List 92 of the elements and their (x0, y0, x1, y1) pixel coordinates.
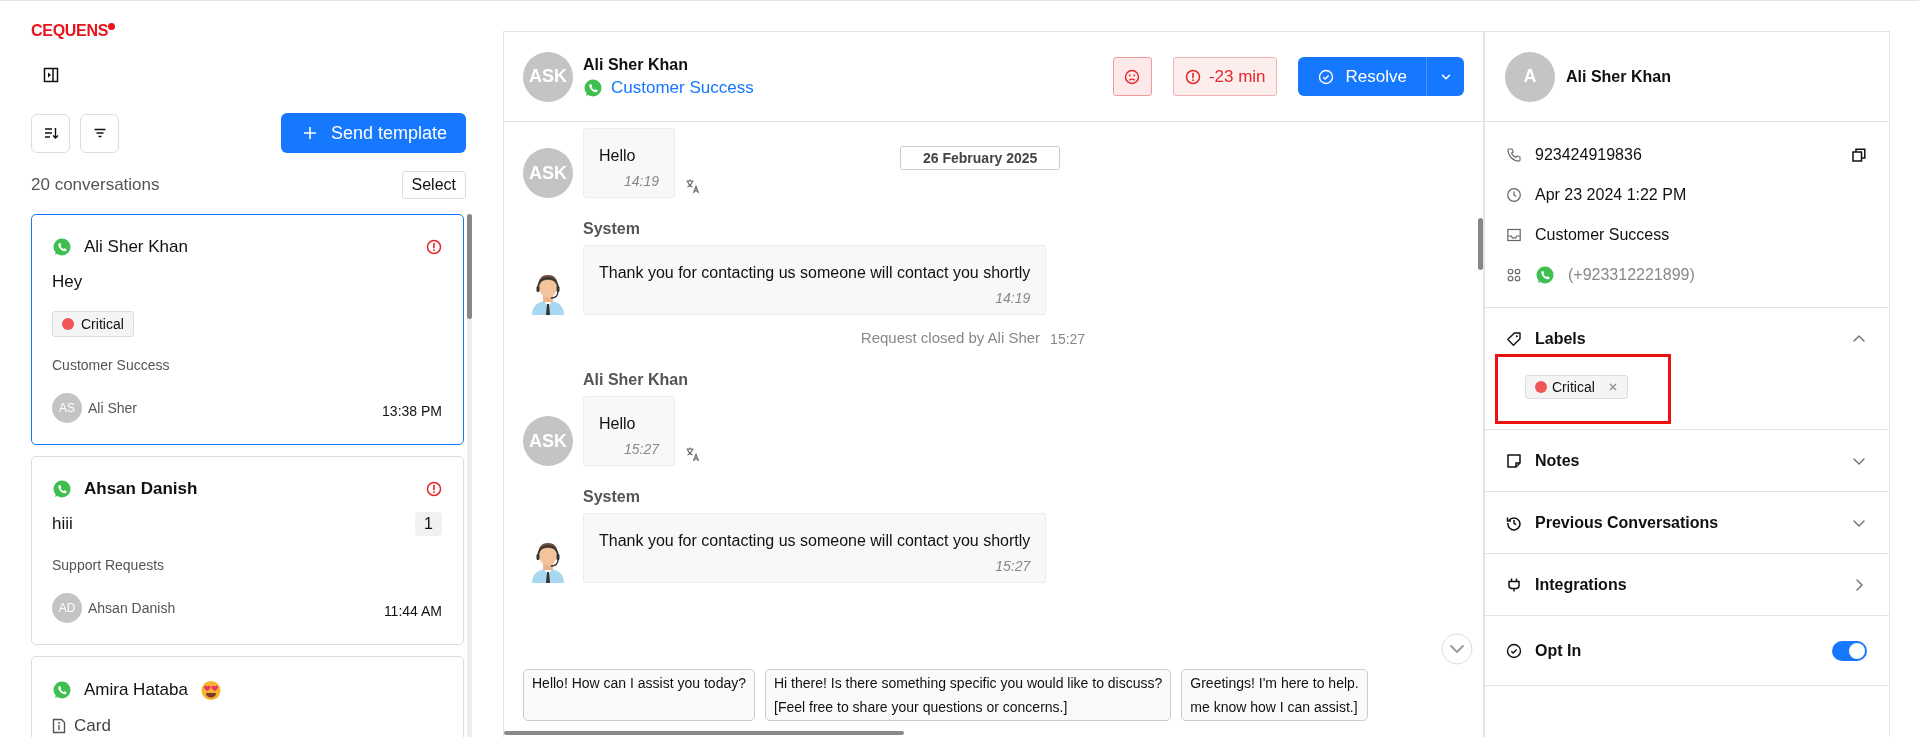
plug-icon (1506, 576, 1522, 593)
inbox-icon (1506, 227, 1522, 243)
message-text: Hello (599, 415, 637, 433)
reply-suggestion[interactable]: Hello! How can I assist you today? (523, 669, 755, 721)
message-text: Thank you for contacting us someone will contact you shortly (599, 532, 1031, 550)
phone-bubble-icon (52, 680, 72, 700)
message-text: Hello (599, 147, 637, 165)
tag-icon (1506, 330, 1522, 347)
sad-face-icon (1124, 68, 1141, 85)
contact-avatar: ASK (523, 51, 573, 102)
scrollbar-thumb[interactable] (467, 214, 472, 319)
translate-icon[interactable] (685, 178, 701, 194)
section-title: Notes (1535, 451, 1580, 470)
select-button[interactable]: Select (401, 171, 466, 199)
message-preview: Hey (52, 272, 83, 292)
contact-avatar: ASK (523, 148, 573, 198)
message-time: 15:27 (994, 558, 1031, 574)
sla-text: -23 min (1208, 66, 1266, 87)
phone-bubble-icon (52, 237, 72, 257)
phone-number: 923424919836 (1535, 146, 1642, 164)
sender-name: System (583, 220, 641, 238)
unread-count: 1 (415, 512, 442, 536)
plus-icon (302, 126, 317, 140)
section-title: Integrations (1535, 575, 1627, 594)
message-preview: Card (74, 716, 111, 736)
check-circle-icon (1506, 642, 1522, 659)
sort-icon (42, 125, 59, 141)
copy-icon[interactable] (1851, 147, 1867, 163)
logo-dot (108, 23, 116, 30)
brand-logo: CEQUENS (31, 21, 109, 41)
conversation-card[interactable]: Ahsan Danish hiii 1 Support Requests AD Ahsan Danish 11:44 AM (31, 456, 464, 645)
message-time: 14:19 (622, 173, 659, 189)
opt-in-switch[interactable] (1832, 640, 1867, 661)
phone-bubble-icon (52, 479, 72, 499)
filter-button[interactable] (80, 113, 119, 153)
reply-suggestion[interactable]: Greetings! I'm here to help. me know how I can assist.] (1181, 669, 1368, 721)
reply-suggestion[interactable]: Hi there! Is there something specific you would like to discuss? [Feel free to share your questions or concerns.] (765, 669, 1172, 721)
translate-icon[interactable] (685, 446, 701, 462)
agent-avatar: AS (52, 393, 82, 423)
inbox-name: Support Requests (52, 557, 166, 573)
alert-icon (1184, 68, 1201, 85)
section-title: Previous Conversations (1535, 513, 1719, 532)
inbox-name: Customer Success (1535, 226, 1670, 244)
phone-icon (1506, 147, 1522, 163)
section-title: Opt In (1535, 641, 1582, 660)
send-template-button[interactable]: Send template (280, 113, 466, 153)
sort-button[interactable] (31, 113, 70, 153)
sidebar-toggle-icon[interactable] (43, 67, 59, 83)
label-text: Critical (81, 316, 124, 332)
clock-icon (1506, 187, 1522, 203)
sender-name: Ali Sher Khan (583, 371, 689, 389)
activity-time: 15:27 (1050, 330, 1086, 347)
message-time: 14:19 (994, 290, 1031, 306)
channel-number: (+923312221899) (1568, 266, 1695, 284)
contact-name: Ali Sher Khan (84, 237, 188, 257)
scrollbar-thumb[interactable] (504, 731, 904, 735)
section-title: Labels (1535, 329, 1586, 348)
agent-avatar: AD (52, 593, 82, 623)
agent-name: Ali Sher (88, 400, 138, 416)
inbox-link[interactable]: Customer Success (611, 77, 754, 98)
phone-bubble-icon (1535, 265, 1555, 285)
apps-icon (1506, 267, 1522, 283)
conversation-time: 11:44 AM (383, 602, 442, 619)
conversation-card[interactable]: Amira Hataba Card (31, 656, 464, 737)
contact-avatar: ASK (523, 416, 573, 466)
agent-name: Ahsan Danish (88, 600, 176, 616)
sentiment-button[interactable] (1112, 57, 1152, 96)
contact-name: Ali Sher Khan (1566, 67, 1671, 86)
conversation-card[interactable]: Ali Sher Khan Hey Critical Customer Success AS Ali Sher 13:38 PM (31, 214, 464, 445)
close-icon[interactable] (1607, 382, 1618, 392)
note-icon (1506, 452, 1522, 469)
scroll-down-icon[interactable] (1441, 633, 1473, 665)
contact-avatar: A (1505, 51, 1555, 102)
check-circle-icon (1317, 68, 1334, 85)
sender-name: System (583, 488, 641, 506)
history-icon (1506, 514, 1522, 531)
scrollbar-thumb[interactable] (1478, 218, 1483, 270)
message-text: Thank you for contacting us someone will contact you shortly (599, 264, 1031, 282)
label-text: Critical (1552, 379, 1595, 395)
message-time: 15:27 (622, 441, 659, 457)
conversation-time: 13:38 PM (382, 402, 442, 419)
contact-name: Amira Hataba (84, 680, 188, 700)
contact-name: Ali Sher Khan (583, 55, 689, 74)
contact-name: Ahsan Danish (84, 479, 198, 499)
created-date: Apr 23 2024 1:22 PM (1535, 186, 1687, 204)
inbox-name: Customer Success (52, 357, 171, 373)
conversation-count: 20 conversations (31, 175, 160, 195)
activity-text: Request closed by Ali Sher (860, 329, 1041, 347)
resolve-button[interactable]: Resolve (1297, 57, 1426, 96)
phone-bubble-icon (583, 77, 603, 98)
message-preview: hiii (52, 514, 73, 534)
card-icon (52, 718, 66, 734)
